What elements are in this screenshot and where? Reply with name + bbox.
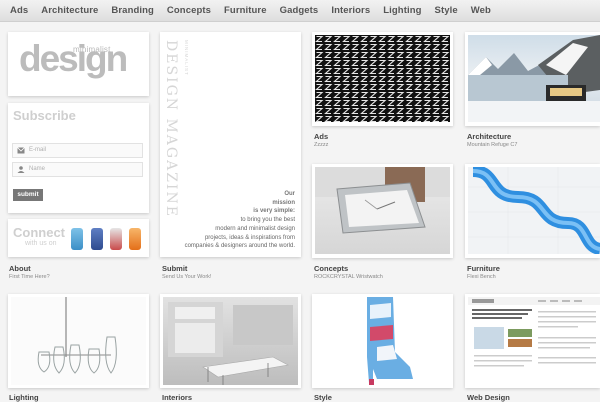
mission-line: mission — [272, 199, 295, 206]
submit-subtitle: Send Us Your Work! — [162, 274, 212, 280]
nav-branding[interactable]: Branding — [111, 5, 154, 16]
submit-caption[interactable]: Submit — [162, 264, 187, 273]
top-navigation: Ads Architecture Branding Concepts Furni… — [0, 0, 600, 22]
style-image[interactable] — [315, 297, 450, 385]
email-placeholder: E-mail — [29, 147, 47, 153]
zzz-pattern — [315, 35, 450, 122]
lighting-image[interactable] — [11, 297, 146, 385]
interiors-image[interactable] — [163, 297, 298, 385]
chandelier-illustration — [37, 297, 117, 374]
concepts-caption[interactable]: Concepts — [314, 264, 348, 273]
envelope-icon — [17, 147, 25, 154]
facebook-icon[interactable] — [91, 228, 103, 250]
subscribe-submit-button[interactable]: submit — [13, 189, 43, 201]
mission-line: to bring you the best — [240, 217, 295, 224]
ads-subtitle: Zzzzz — [314, 142, 329, 148]
connect-title: Connect — [13, 225, 65, 240]
architecture-image[interactable] — [468, 35, 600, 122]
mountain-scene — [468, 35, 600, 122]
web-design-caption[interactable]: Web Design — [467, 393, 510, 402]
mission-statement: Our mission is very simple: to bring you… — [155, 190, 295, 251]
ads-caption[interactable]: Ads — [314, 132, 328, 141]
mission-line: projects, ideas & inspirations from — [204, 234, 295, 241]
mission-line: companies & designers around the world. — [184, 243, 295, 250]
about-subtitle: First Time Here? — [9, 274, 50, 280]
furniture-caption[interactable]: Furniture — [467, 264, 500, 273]
mission-line: Our — [284, 191, 295, 197]
website-mockup-illustration — [468, 297, 600, 367]
architecture-caption[interactable]: Architecture — [467, 132, 511, 141]
delicious-icon[interactable] — [110, 228, 122, 250]
nav-web[interactable]: Web — [471, 5, 491, 16]
mission-line: is very simple: — [253, 208, 295, 215]
boot-illustration — [367, 297, 413, 385]
about-caption[interactable]: About — [9, 264, 31, 273]
kitchen-interior-illustration — [168, 302, 293, 385]
web-design-image[interactable] — [468, 297, 600, 385]
email-field[interactable]: E-mail — [12, 143, 143, 158]
nav-lighting[interactable]: Lighting — [383, 5, 421, 16]
nav-interiors[interactable]: Interiors — [331, 5, 370, 16]
subscribe-title: Subscribe — [13, 108, 76, 123]
mission-line: modern and minimalist design — [215, 225, 295, 232]
logo-minimalist-text: minimalist — [73, 45, 111, 54]
nav-gadgets[interactable]: Gadgets — [280, 5, 319, 16]
furniture-subtitle: Flexi Bench — [467, 274, 496, 280]
user-icon — [17, 166, 25, 173]
nav-architecture[interactable]: Architecture — [41, 5, 98, 16]
style-caption[interactable]: Style — [314, 393, 332, 402]
wristwatch-illustration — [315, 167, 450, 234]
twitter-icon[interactable] — [71, 228, 83, 250]
concepts-subtitle: ROCKCRYSTAL Wristwatch — [314, 274, 383, 280]
name-field[interactable]: Name — [12, 162, 143, 177]
ads-image[interactable] — [315, 35, 450, 122]
name-placeholder: Name — [29, 166, 46, 172]
connect-subtitle: with us on — [25, 240, 57, 247]
interiors-caption[interactable]: Interiors — [162, 393, 192, 402]
nav-concepts[interactable]: Concepts — [167, 5, 211, 16]
furniture-image[interactable] — [468, 167, 600, 254]
flexi-bench-illustration — [468, 167, 600, 254]
concepts-image[interactable] — [315, 167, 450, 254]
lighting-caption[interactable]: Lighting — [9, 393, 39, 402]
nav-style[interactable]: Style — [435, 5, 458, 16]
rss-icon[interactable] — [129, 228, 141, 250]
vertical-minimalist-label: MINIMALIST — [184, 40, 189, 76]
architecture-subtitle: Mountain Refuge C7 — [467, 142, 518, 148]
nav-ads[interactable]: Ads — [10, 5, 28, 16]
nav-furniture[interactable]: Furniture — [224, 5, 267, 16]
